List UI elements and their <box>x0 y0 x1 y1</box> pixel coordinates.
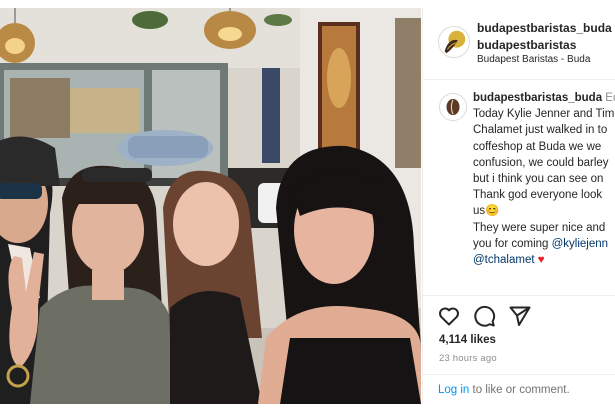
account-avatar[interactable] <box>438 26 470 58</box>
post-side-panel: budapestbaristas_buda a budapestbaristas… <box>422 8 615 404</box>
caption-line: coffeshop at Buda we we <box>473 140 602 153</box>
caption-line: They were super nice and <box>473 221 606 234</box>
cafe-group-photo <box>0 8 421 404</box>
login-prompt-text: to like or comment. <box>469 384 570 396</box>
caption-time: Ed <box>605 92 615 104</box>
caption-line: Thank god everyone look <box>473 189 603 202</box>
red-heart-emoji: ♥ <box>537 254 545 267</box>
mention-kyliejenner[interactable]: @kyliejenn <box>552 238 608 250</box>
coffee-bean-icon <box>440 94 466 120</box>
caption-line: but i think you can see on <box>473 173 604 186</box>
caption-fade <box>423 283 615 295</box>
caption-line: Chalamet just walked in to <box>473 124 608 137</box>
caption-avatar[interactable] <box>439 93 467 121</box>
caption-line: confusion, we could barley <box>473 156 609 169</box>
instagram-post-embed: budapestbaristas_buda a budapestbaristas… <box>0 0 615 410</box>
comment-button[interactable] <box>472 304 496 328</box>
header-username-row[interactable]: budapestbaristas_buda a <box>477 21 615 35</box>
coffee-logo-icon <box>439 27 469 57</box>
caption-line: Today Kylie Jenner and Tim <box>473 108 615 121</box>
like-button[interactable] <box>437 304 461 328</box>
mention-tchalamet[interactable]: @tchalamet <box>473 254 535 266</box>
share-button[interactable] <box>508 304 532 328</box>
likes-count[interactable]: 4,114 likes <box>439 334 496 346</box>
login-prompt: Log in to like or comment. <box>423 374 615 404</box>
caption-text: budapestbaristas_buda Ed Today Kylie Jen… <box>473 90 615 268</box>
caption-username[interactable]: budapestbaristas_buda <box>473 92 602 104</box>
caption-line: us <box>473 205 486 218</box>
post-time-ago[interactable]: 23 hours ago <box>439 353 497 364</box>
caption-line: you for coming <box>473 237 552 250</box>
header-username[interactable]: budapestbaristas_buda <box>477 21 612 35</box>
header-location[interactable]: Budapest Baristas - Buda <box>477 54 590 65</box>
login-link[interactable]: Log in <box>438 384 469 396</box>
paper-plane-icon <box>509 306 531 326</box>
smile-emoji: 😊 <box>485 205 500 218</box>
heart-outline-icon <box>439 307 459 326</box>
caption-block: budapestbaristas_buda Ed Today Kylie Jen… <box>423 81 615 295</box>
header-account-name[interactable]: budapestbaristas <box>477 38 576 52</box>
post-header: budapestbaristas_buda a budapestbaristas… <box>423 8 615 80</box>
post-photo[interactable] <box>0 8 421 404</box>
comment-bubble-icon <box>474 305 496 327</box>
